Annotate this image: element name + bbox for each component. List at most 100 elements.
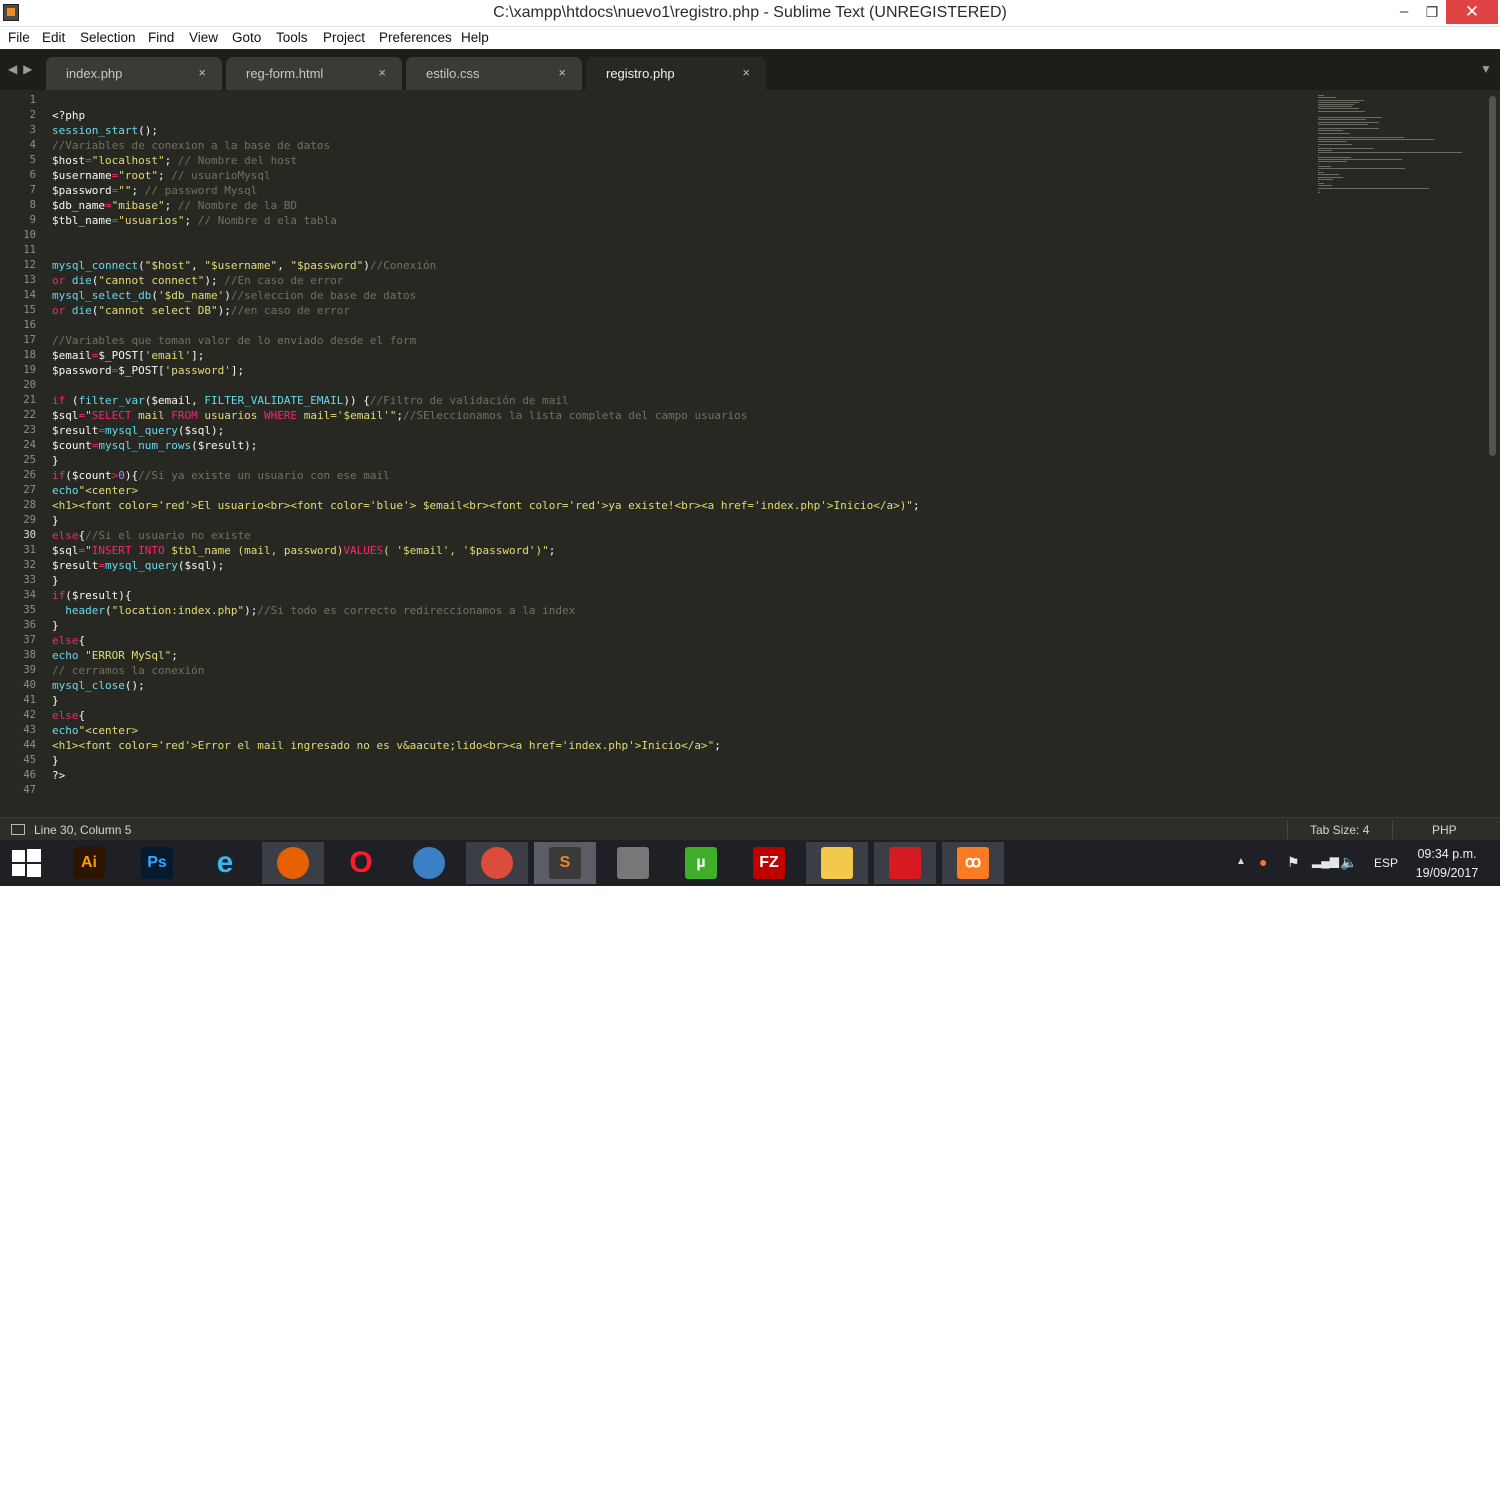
menu-selection[interactable]: Selection bbox=[80, 30, 136, 45]
code-line[interactable]: else{//Si el usuario no existe bbox=[52, 528, 1302, 543]
code-line[interactable]: $password=$_POST['password']; bbox=[52, 363, 1302, 378]
code-editor[interactable]: 1 2 3 4 5 6 7 8 9 10 11 12 13 14 15 16 17 18 19 20 21 22 23 24 2… bbox=[0, 90, 1486, 817]
code-line[interactable]: <h1><font color='red'>Error el mail ingr… bbox=[52, 738, 1302, 753]
menu-edit[interactable]: Edit bbox=[42, 30, 65, 45]
code-line[interactable]: echo"<center> bbox=[52, 723, 1302, 738]
taskbar-sublime-text[interactable]: S bbox=[534, 842, 596, 884]
code-line[interactable] bbox=[52, 378, 1302, 393]
scrollbar-thumb[interactable] bbox=[1489, 96, 1496, 456]
tab-close-icon[interactable]: × bbox=[198, 65, 206, 80]
vertical-scrollbar[interactable] bbox=[1486, 90, 1500, 817]
menu-help[interactable]: Help bbox=[461, 30, 489, 45]
taskbar-firefox[interactable] bbox=[262, 842, 324, 884]
code-line[interactable] bbox=[52, 783, 1302, 798]
code-line[interactable]: $username="root"; // usuarioMysql bbox=[52, 168, 1302, 183]
menu-preferences[interactable]: Preferences bbox=[379, 30, 452, 45]
tab-index-php[interactable]: index.php × bbox=[46, 57, 222, 90]
code-line[interactable]: //Variables de conexion a la base de dat… bbox=[52, 138, 1302, 153]
code-line[interactable]: if($count>0){//Si ya existe un usuario c… bbox=[52, 468, 1302, 483]
menu-tools[interactable]: Tools bbox=[276, 30, 308, 45]
code-line[interactable]: <h1><font color='red'>El usuario<br><fon… bbox=[52, 498, 1302, 513]
taskbar-chrome[interactable] bbox=[466, 842, 528, 884]
tray-security-icon[interactable]: ● bbox=[1259, 854, 1267, 870]
taskbar-illustrator[interactable]: Ai bbox=[58, 842, 120, 884]
code-line[interactable]: else{ bbox=[52, 708, 1302, 723]
code-line[interactable]: $email=$_POST['email']; bbox=[52, 348, 1302, 363]
menu-find[interactable]: Find bbox=[148, 30, 174, 45]
code-line[interactable]: header("location:index.php");//Si todo e… bbox=[52, 603, 1302, 618]
tray-network-icon[interactable]: ▂▄▆ bbox=[1312, 854, 1339, 868]
tray-clock-date[interactable]: 19/09/2017 bbox=[1410, 866, 1484, 880]
taskbar-media-tool[interactable] bbox=[602, 842, 664, 884]
tab-close-icon[interactable]: × bbox=[558, 65, 566, 80]
title-bar[interactable]: C:\xampp\htdocs\nuevo1\registro.php - Su… bbox=[0, 0, 1500, 27]
syntax-selector[interactable]: PHP bbox=[1432, 823, 1457, 837]
code-line[interactable]: <?php bbox=[52, 108, 1302, 123]
code-line[interactable] bbox=[52, 243, 1302, 258]
tab-close-icon[interactable]: × bbox=[378, 65, 386, 80]
code-area[interactable]: <?php session_start();//Variables de cone… bbox=[52, 93, 1302, 798]
code-line[interactable]: $sql="INSERT INTO $tbl_name (mail, passw… bbox=[52, 543, 1302, 558]
menu-file[interactable]: File bbox=[8, 30, 30, 45]
menu-view[interactable]: View bbox=[189, 30, 218, 45]
code-line[interactable]: $sql="SELECT mail FROM usuarios WHERE ma… bbox=[52, 408, 1302, 423]
code-line[interactable]: $result=mysql_query($sql); bbox=[52, 558, 1302, 573]
code-line[interactable]: or die("cannot select DB");//en caso de … bbox=[52, 303, 1302, 318]
code-line[interactable]: if($result){ bbox=[52, 588, 1302, 603]
code-line[interactable]: ?> bbox=[52, 768, 1302, 783]
taskbar-utorrent[interactable]: µ bbox=[670, 842, 732, 884]
code-line[interactable]: //Variables que toman valor de lo enviad… bbox=[52, 333, 1302, 348]
code-line[interactable]: $host="localhost"; // Nombre del host bbox=[52, 153, 1302, 168]
taskbar-xampp[interactable]: ꝏ bbox=[942, 842, 1004, 884]
code-line[interactable]: } bbox=[52, 693, 1302, 708]
minimap[interactable] bbox=[1316, 93, 1476, 203]
taskbar-file-explorer[interactable] bbox=[806, 842, 868, 884]
code-line[interactable] bbox=[52, 93, 1302, 108]
code-line[interactable] bbox=[52, 318, 1302, 333]
taskbar-photoshop[interactable]: Ps bbox=[126, 842, 188, 884]
windows-start-icon[interactable] bbox=[10, 848, 42, 878]
tray-flag-icon[interactable]: ⚑ bbox=[1287, 854, 1300, 871]
tab-reg-form-html[interactable]: reg-form.html × bbox=[226, 57, 402, 90]
code-line[interactable]: else{ bbox=[52, 633, 1302, 648]
code-line[interactable]: $db_name="mibase"; // Nombre de la BD bbox=[52, 198, 1302, 213]
tray-volume-icon[interactable]: 🔈 bbox=[1340, 854, 1357, 871]
code-line[interactable]: $count=mysql_num_rows($result); bbox=[52, 438, 1302, 453]
code-line[interactable]: echo"<center> bbox=[52, 483, 1302, 498]
code-line[interactable]: } bbox=[52, 618, 1302, 633]
code-line[interactable]: mysql_select_db('$db_name')//seleccion d… bbox=[52, 288, 1302, 303]
tray-expand-icon[interactable]: ▲ bbox=[1236, 856, 1246, 867]
code-line[interactable]: } bbox=[52, 573, 1302, 588]
code-line[interactable]: $tbl_name="usuarios"; // Nombre d ela ta… bbox=[52, 213, 1302, 228]
code-line[interactable] bbox=[52, 228, 1302, 243]
taskbar-acrobat[interactable] bbox=[874, 842, 936, 884]
code-line[interactable]: } bbox=[52, 453, 1302, 468]
taskbar-opera[interactable]: O bbox=[330, 842, 392, 884]
tab-size-selector[interactable]: Tab Size: 4 bbox=[1310, 823, 1369, 837]
code-line[interactable]: } bbox=[52, 513, 1302, 528]
code-line[interactable]: session_start(); bbox=[52, 123, 1302, 138]
code-line[interactable]: } bbox=[52, 753, 1302, 768]
close-button[interactable]: ✕ bbox=[1446, 0, 1498, 24]
code-line[interactable]: // cerramos la conexión bbox=[52, 663, 1302, 678]
menu-goto[interactable]: Goto bbox=[232, 30, 261, 45]
menu-project[interactable]: Project bbox=[323, 30, 365, 45]
code-line[interactable]: echo "ERROR MySql"; bbox=[52, 648, 1302, 663]
code-line[interactable]: if (filter_var($email, FILTER_VALIDATE_E… bbox=[52, 393, 1302, 408]
code-line[interactable]: $result=mysql_query($sql); bbox=[52, 423, 1302, 438]
taskbar-filezilla[interactable]: FZ bbox=[738, 842, 800, 884]
tab-close-icon[interactable]: × bbox=[742, 65, 750, 80]
code-line[interactable]: mysql_connect("$host", "$username", "$pa… bbox=[52, 258, 1302, 273]
tray-language[interactable]: ESP bbox=[1374, 856, 1398, 870]
tab-estilo-css[interactable]: estilo.css × bbox=[406, 57, 582, 90]
panel-toggle-icon[interactable] bbox=[11, 824, 25, 835]
maximize-button[interactable]: ❐ bbox=[1416, 0, 1448, 24]
code-line[interactable]: or die("cannot connect"); //En caso de e… bbox=[52, 273, 1302, 288]
code-line[interactable]: $password=""; // password Mysql bbox=[52, 183, 1302, 198]
taskbar-network-tool[interactable] bbox=[398, 842, 460, 884]
tab-nav-arrows-icon[interactable]: ◀▶ bbox=[8, 62, 38, 76]
tab-registro-php[interactable]: registro.php × bbox=[586, 57, 766, 90]
taskbar-internet-explorer[interactable]: e bbox=[194, 842, 256, 884]
code-line[interactable]: mysql_close(); bbox=[52, 678, 1302, 693]
tab-dropdown-icon[interactable]: ▼ bbox=[1480, 62, 1492, 76]
